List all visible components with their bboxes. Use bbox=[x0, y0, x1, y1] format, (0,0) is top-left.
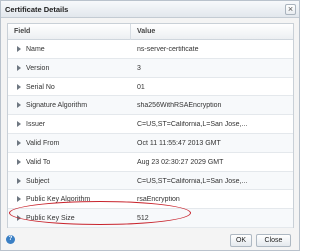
column-divider[interactable] bbox=[130, 24, 131, 40]
table-row[interactable]: Name ns-server-certificate bbox=[8, 40, 293, 59]
field-value: Oct 11 11:55:47 2013 GMT bbox=[137, 139, 221, 147]
close-button[interactable]: Close bbox=[256, 234, 291, 247]
field-name: Valid To bbox=[26, 158, 51, 166]
expand-arrow-icon[interactable] bbox=[17, 158, 21, 165]
column-header-value[interactable]: Value bbox=[137, 28, 155, 35]
certificate-details-dialog: Certificate Details × Field Value Name n… bbox=[0, 0, 300, 251]
close-icon[interactable]: × bbox=[285, 4, 296, 15]
expand-arrow-icon[interactable] bbox=[17, 177, 21, 184]
table-row[interactable]: Subject C=US,ST=California,L=San Jose,..… bbox=[8, 171, 293, 191]
table-body: Name ns-server-certificate Version 3 Ser… bbox=[8, 40, 293, 228]
field-name: Name bbox=[26, 46, 45, 53]
field-value: sha256WithRSAEncryption bbox=[137, 102, 222, 110]
field-name: Subject bbox=[26, 177, 50, 185]
field-name: Issuer bbox=[26, 121, 46, 129]
expand-arrow-icon[interactable] bbox=[17, 46, 21, 52]
table-header: Field Value bbox=[8, 24, 293, 40]
field-value: ns-server-certificate bbox=[137, 46, 199, 53]
dialog-title: Certificate Details bbox=[5, 5, 69, 14]
field-name: Signature Algorithm bbox=[26, 102, 88, 110]
column-header-field[interactable]: Field bbox=[14, 28, 30, 35]
table-row[interactable]: Issuer C=US,ST=California,L=San Jose,... bbox=[8, 115, 293, 134]
field-value: C=US,ST=California,L=San Jose,... bbox=[137, 177, 248, 185]
field-value: 01 bbox=[137, 83, 145, 91]
table-row[interactable]: Valid From Oct 11 11:55:47 2013 GMT bbox=[8, 133, 293, 153]
dialog-footer: ? OK Close bbox=[1, 231, 299, 250]
expand-arrow-icon[interactable] bbox=[17, 102, 21, 109]
dialog-titlebar[interactable]: Certificate Details × bbox=[1, 1, 299, 18]
field-value: C=US,ST=California,L=San Jose,... bbox=[137, 121, 248, 129]
highlight-ellipse bbox=[9, 201, 191, 225]
certificate-table: Field Value Name ns-server-certificate V… bbox=[7, 23, 294, 228]
field-value: rsaEncryption bbox=[137, 196, 180, 204]
field-name: Serial No bbox=[26, 83, 55, 91]
table-row[interactable]: Version 3 bbox=[8, 58, 293, 78]
expand-arrow-icon[interactable] bbox=[17, 196, 21, 203]
field-value: 3 bbox=[137, 64, 141, 72]
expand-arrow-icon[interactable] bbox=[17, 83, 21, 90]
table-row[interactable]: Signature Algorithm sha256WithRSAEncrypt… bbox=[8, 96, 293, 116]
expand-arrow-icon[interactable] bbox=[17, 121, 21, 128]
expand-arrow-icon[interactable] bbox=[17, 139, 21, 146]
table-row[interactable]: Valid To Aug 23 02:30:27 2029 GMT bbox=[8, 153, 293, 172]
field-name: Valid From bbox=[26, 139, 60, 147]
help-icon[interactable]: ? bbox=[6, 235, 15, 244]
ok-button[interactable]: OK bbox=[230, 234, 252, 247]
field-value: Aug 23 02:30:27 2029 GMT bbox=[137, 158, 224, 166]
field-name: Version bbox=[26, 64, 50, 72]
expand-arrow-icon[interactable] bbox=[17, 64, 21, 71]
table-row[interactable]: Serial No 01 bbox=[8, 78, 293, 97]
